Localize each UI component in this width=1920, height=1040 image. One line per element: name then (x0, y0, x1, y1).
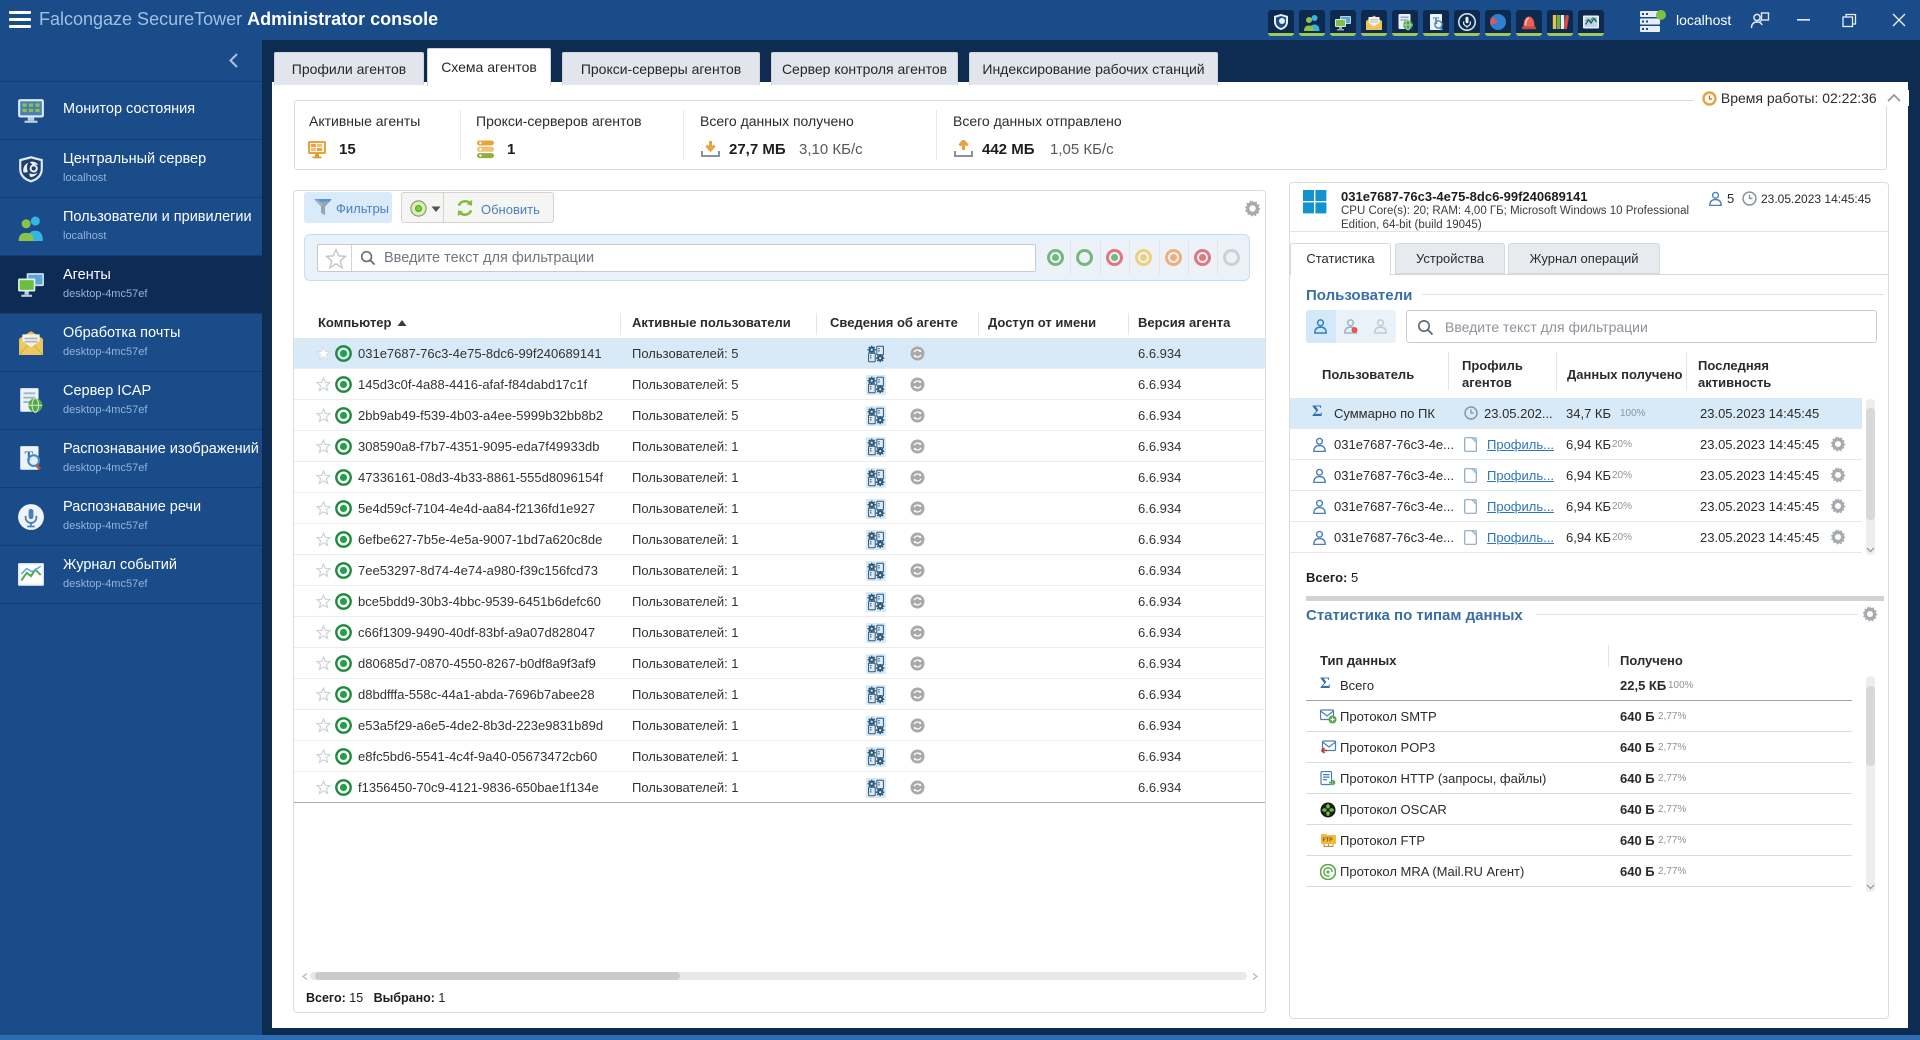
svg-text:FTP: FTP (1323, 838, 1334, 844)
